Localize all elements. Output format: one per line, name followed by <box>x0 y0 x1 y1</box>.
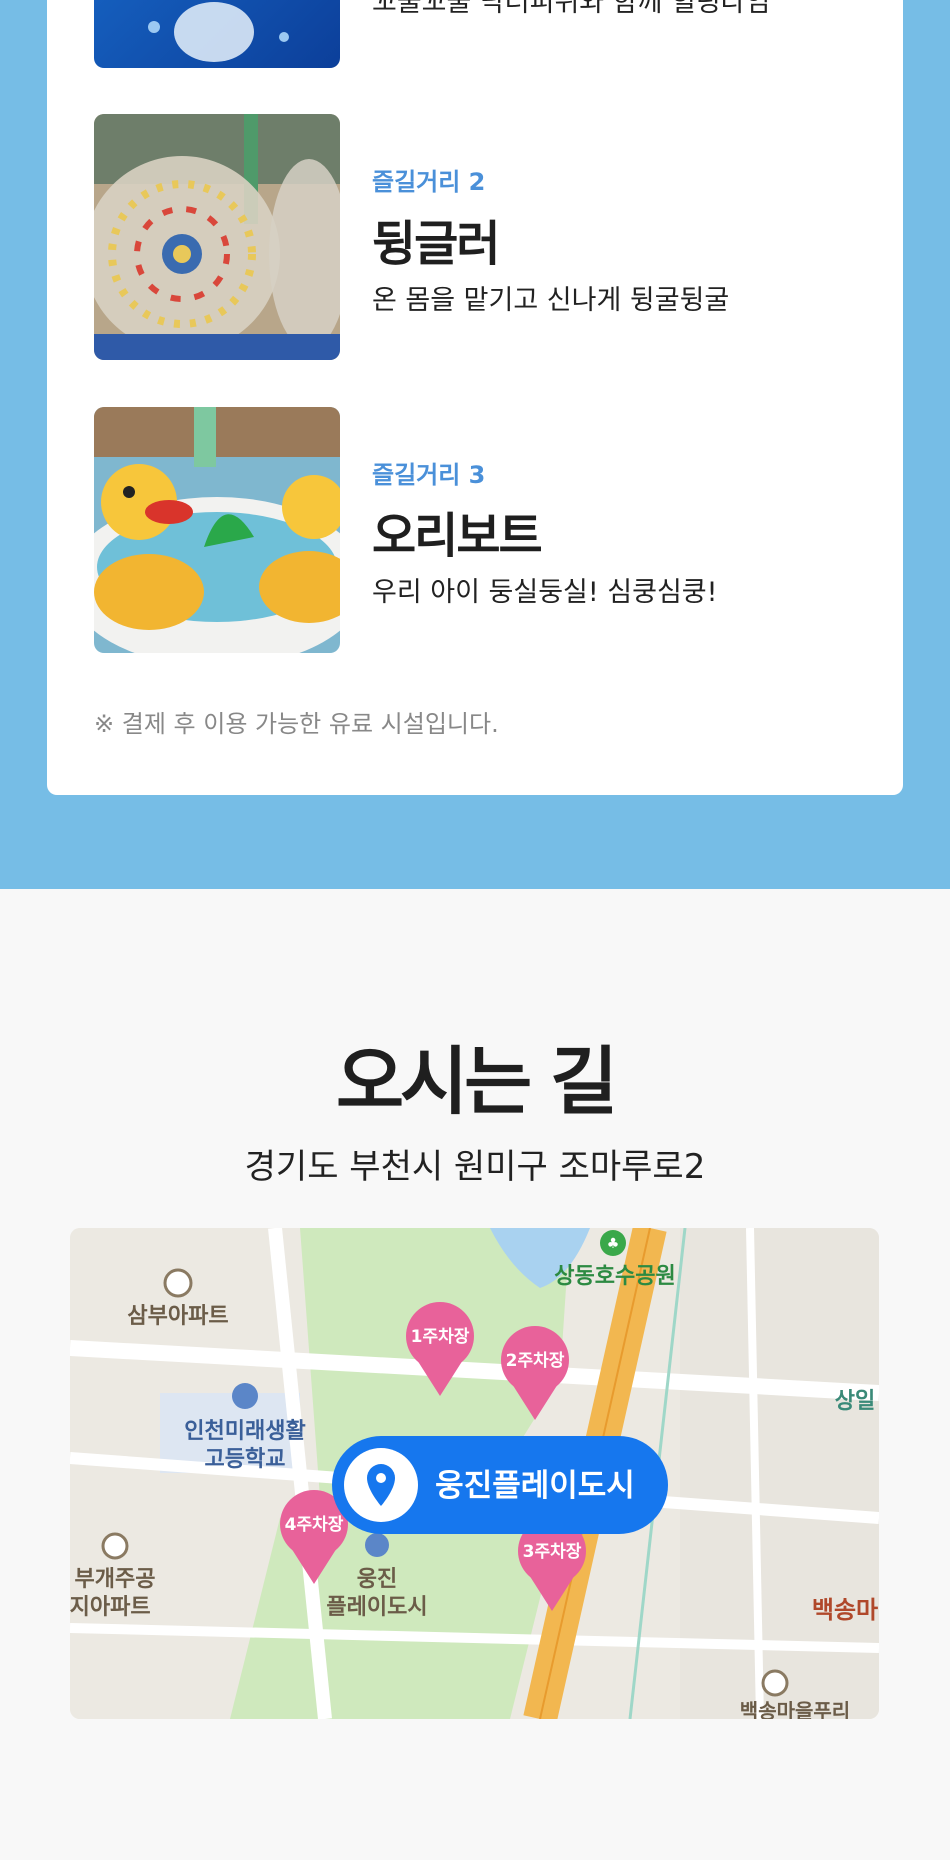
svg-text:4주차장: 4주차장 <box>285 1515 344 1535</box>
duck-boat-thumbnail <box>94 407 340 653</box>
activity-1-description: 꼬물꼬물 닥터피쉬와 함께 힐링타임 <box>372 0 771 18</box>
svg-text:삼부아파트: 삼부아파트 <box>127 1304 228 1329</box>
svg-text:1주차장: 1주차장 <box>411 1327 470 1347</box>
svg-text:웅진플레이도시: 웅진플레이도시 <box>435 1468 635 1504</box>
location-map[interactable]: ♣ 상동호수공원 삼부아파트 인천미래생활 고등학교 부개주공 단지아파트 웅진… <box>70 1228 879 1719</box>
activity-3-description: 우리 아이 둥실둥실! 심쿵심쿵! <box>372 577 718 608</box>
area-label: 상일 <box>835 1389 875 1414</box>
paid-facility-note: ※ 결제 후 이용 가능한 유료 시설입니다. <box>94 710 499 738</box>
activity-2-tag: 즐길거리 2 <box>372 168 486 196</box>
svg-text:플레이도시: 플레이도시 <box>326 1595 427 1620</box>
svg-text:인천미래생활: 인천미래생활 <box>184 1419 305 1444</box>
svg-text:백송마을푸리: 백송마을푸리 <box>740 1699 850 1719</box>
directions-address: 경기도 부천시 원미구 조마루로2 <box>244 1147 706 1187</box>
svg-text:부개주공: 부개주공 <box>75 1567 156 1592</box>
area-label: 백송마 <box>812 1596 878 1624</box>
rolling-ball-thumbnail <box>94 114 340 360</box>
activity-2-description: 온 몸을 맡기고 신나게 뒹굴뒹굴 <box>372 285 730 316</box>
svg-text:♣: ♣ <box>607 1236 620 1252</box>
activities-card: 꼬물꼬물 닥터피쉬와 함께 힐링타임 즐길거리 2 뒹글러 온 몸을 맡기고 신… <box>47 0 903 795</box>
activities-section: 꼬물꼬물 닥터피쉬와 함께 힐링타임 즐길거리 2 뒹글러 온 몸을 맡기고 신… <box>0 0 950 889</box>
svg-text:고등학교: 고등학교 <box>205 1447 286 1472</box>
activity-3-tag: 즐길거리 3 <box>372 461 486 489</box>
svg-text:웅진: 웅진 <box>357 1567 397 1592</box>
svg-text:2주차장: 2주차장 <box>506 1351 565 1371</box>
svg-text:상동호수공원: 상동호수공원 <box>554 1264 675 1289</box>
destination-marker[interactable]: 웅진플레이도시 <box>332 1436 668 1534</box>
doctor-fish-thumbnail <box>94 0 340 68</box>
directions-title: 오시는 길 <box>335 1039 618 1125</box>
activity-2-name: 뒹글러 <box>372 216 500 272</box>
activity-3-name: 오리보트 <box>372 508 543 564</box>
svg-text:단지아파트: 단지아파트 <box>70 1595 151 1620</box>
svg-text:3주차장: 3주차장 <box>523 1542 582 1562</box>
